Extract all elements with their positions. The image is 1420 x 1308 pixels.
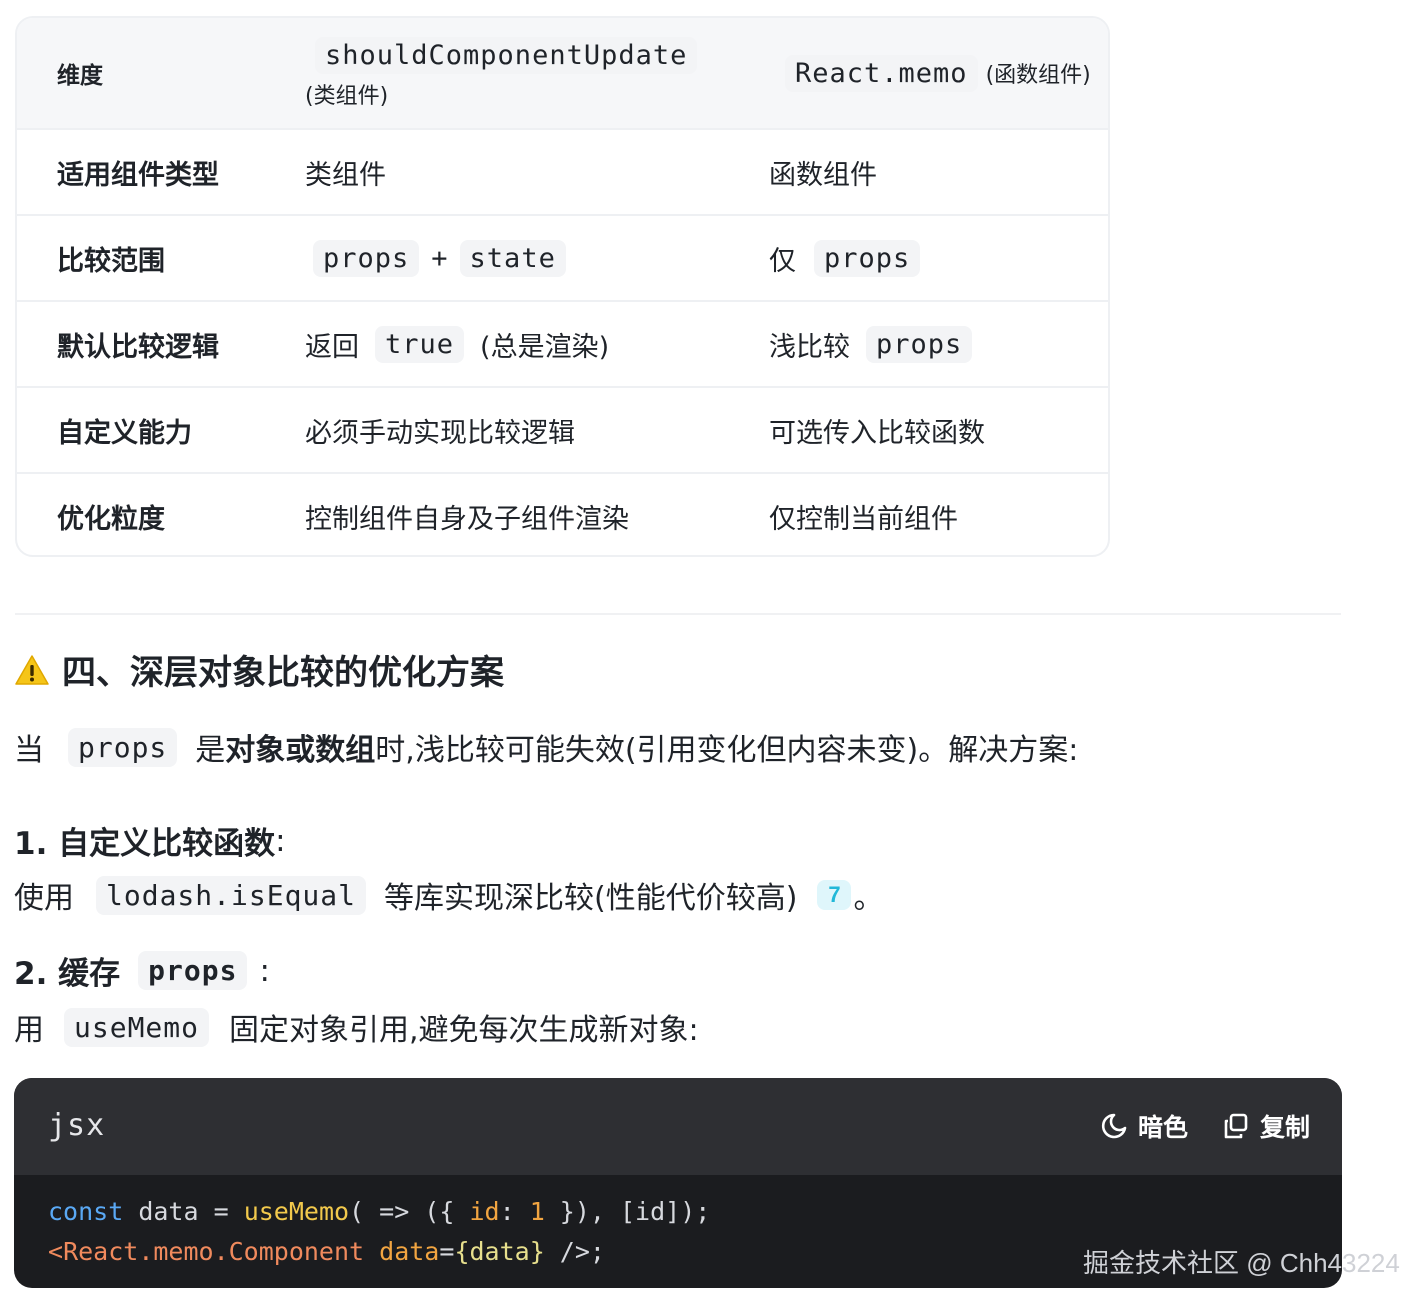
dark-theme-label: 暗色: [1138, 1113, 1189, 1142]
section-heading: 四、深层对象比较的优化方案: [14, 645, 504, 694]
section-divider: [15, 613, 1341, 615]
header-memo-code: React.memo: [785, 54, 978, 92]
header-memo-note: (函数组件): [985, 63, 1091, 88]
intro-pre: 当: [14, 733, 44, 768]
warning-icon: [14, 654, 50, 686]
dark-theme-button[interactable]: 暗色: [1100, 1108, 1188, 1144]
props-code: props: [313, 239, 420, 277]
row-scu-value: props + state: [305, 216, 574, 300]
code-expression: {data}: [454, 1237, 545, 1266]
header-should-component-update: shouldComponentUpdate (类组件): [305, 18, 705, 128]
props-code: props: [866, 325, 973, 363]
row-scu-value: 类组件: [305, 159, 386, 191]
row-memo-value: 仅 props: [769, 216, 928, 300]
table-row: 比较范围 props + state 仅 props: [17, 214, 1108, 300]
section-title-text: 四、深层对象比较的优化方案: [62, 653, 504, 693]
copy-button[interactable]: 复制: [1222, 1108, 1310, 1144]
header-dimension: 维度: [57, 63, 103, 89]
return-text: 返回: [305, 331, 359, 363]
code-number: 1: [529, 1197, 545, 1226]
row-dimension: 比较范围: [57, 245, 165, 277]
state-code: state: [459, 239, 566, 277]
intro-paragraph: 当 props 是 对象或数组 时,浅比较可能失效(引用变化但内容未变)。解决方…: [14, 725, 1078, 769]
header-scu-code: shouldComponentUpdate: [315, 36, 698, 74]
props-code: props: [814, 239, 921, 277]
true-code: true: [375, 325, 465, 363]
comparison-table: 维度 shouldComponentUpdate (类组件) React.mem…: [15, 16, 1110, 557]
intro-bold: 对象或数组: [225, 733, 376, 768]
item2-paragraph: 用 useMemo 固定对象引用,避免每次生成新对象:: [14, 1005, 699, 1049]
copy-label: 复制: [1260, 1113, 1311, 1142]
row-dimension: 优化粒度: [57, 503, 165, 535]
row-dimension: 适用组件类型: [57, 159, 219, 191]
item1-title: 1. 自定义比较函数: [14, 826, 276, 862]
moon-icon: [1101, 1113, 1127, 1139]
row-dimension: 默认比较逻辑: [57, 331, 219, 363]
row-dimension: 自定义能力: [57, 417, 192, 449]
row-memo-value: 仅控制当前组件: [769, 503, 958, 535]
code-language: jsx: [48, 1108, 106, 1143]
table-row: 适用组件类型 类组件 函数组件: [17, 128, 1108, 214]
item1-end: 。: [853, 881, 884, 916]
row-memo-value: 可选传入比较函数: [769, 417, 985, 449]
table-row: 自定义能力 必须手动实现比较逻辑 可选传入比较函数: [17, 386, 1108, 472]
row-memo-value: 函数组件: [769, 159, 877, 191]
intro-post: 时,浅比较可能失效(引用变化但内容未变)。解决方案:: [375, 733, 1079, 768]
item1-colon: :: [275, 822, 286, 859]
code-tag-name: React.memo.Component: [63, 1237, 365, 1266]
row-scu-value: 控制组件自身及子组件渲染: [305, 503, 629, 535]
row-scu-value: 返回 true (总是渲染): [305, 302, 609, 386]
item2-pre: 用: [14, 1013, 44, 1048]
code-function: useMemo: [243, 1197, 350, 1226]
item2-colon: :: [259, 952, 270, 989]
item1-pre: 使用: [14, 881, 74, 916]
code-text: =: [439, 1237, 455, 1266]
code-text: }), [id]);: [544, 1197, 711, 1226]
code-text: />;: [544, 1237, 605, 1266]
row-memo-value: 浅比较 props: [769, 302, 980, 386]
shallow-compare-text: 浅比较: [769, 331, 850, 363]
code-tag-bracket: <: [48, 1237, 64, 1266]
code-text: :: [499, 1197, 530, 1226]
lodash-code: lodash.isEqual: [96, 875, 367, 915]
row-scu-value: 必须手动实现比较逻辑: [305, 417, 575, 449]
code-property: id: [469, 1197, 500, 1226]
item1-heading: 1. 自定义比较函数 :: [14, 818, 286, 863]
header-scu-note: (类组件): [305, 83, 389, 109]
props-code: props: [138, 951, 248, 990]
item2-post: 固定对象引用,避免每次生成新对象:: [229, 1013, 699, 1048]
code-text: data =: [123, 1197, 244, 1226]
code-keyword: const: [48, 1197, 124, 1226]
intro-mid: 是: [195, 733, 226, 768]
code-attribute: data: [379, 1237, 440, 1266]
props-code: props: [68, 727, 178, 767]
code-block-header: jsx 暗色 复制: [14, 1078, 1342, 1175]
item2-heading: 2. 缓存 props :: [14, 948, 270, 993]
only-text: 仅: [769, 245, 796, 277]
watermark: 掘金技术社区 @ Chh43224: [1083, 1248, 1400, 1278]
table-row: 默认比较逻辑 返回 true (总是渲染) 浅比较 props: [17, 300, 1108, 386]
copy-icon: [1224, 1113, 1248, 1139]
citation-badge[interactable]: 7: [817, 880, 852, 910]
code-text: ( => ({: [349, 1197, 470, 1226]
item2-title: 2. 缓存: [14, 956, 121, 992]
usememo-code: useMemo: [64, 1007, 210, 1047]
item1-paragraph: 使用 lodash.isEqual 等库实现深比较(性能代价较高) 7 。: [14, 873, 883, 917]
code-line-1: const data = useMemo( => ({ id: 1 }), [i…: [48, 1192, 1342, 1232]
header-react-memo: React.memo (函数组件): [777, 18, 1091, 128]
table-header-row: 维度 shouldComponentUpdate (类组件) React.mem…: [17, 18, 1108, 128]
table-row: 优化粒度 控制组件自身及子组件渲染 仅控制当前组件: [17, 472, 1108, 555]
always-render-text: (总是渲染): [480, 331, 610, 363]
item1-post: 等库实现深比较(性能代价较高): [384, 881, 798, 916]
plus-sign: +: [431, 242, 448, 274]
